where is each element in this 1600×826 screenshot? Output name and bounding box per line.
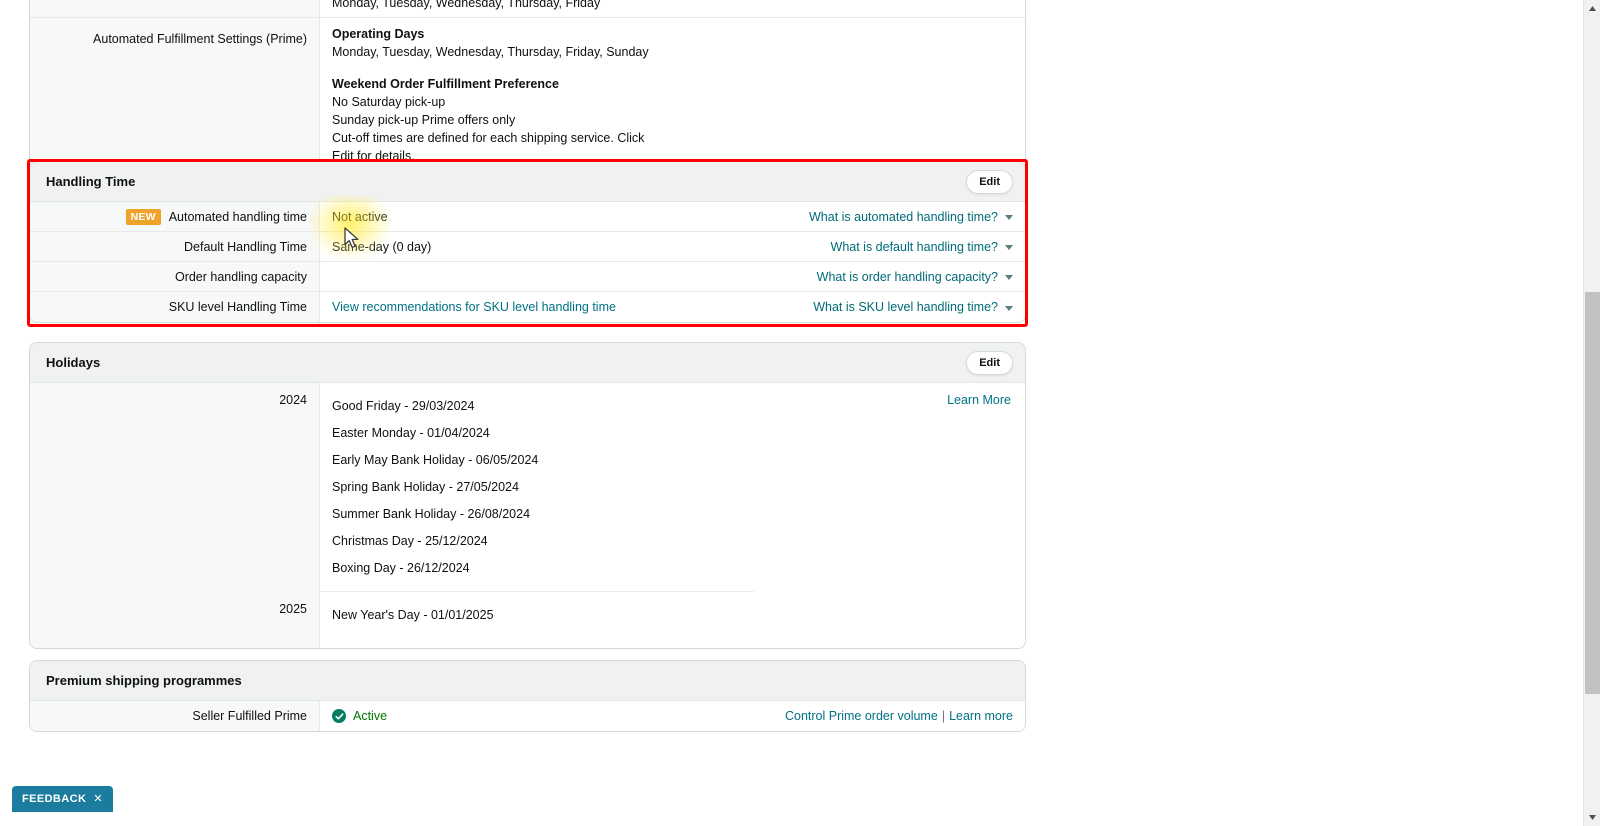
control-prime-order-volume-link[interactable]: Control Prime order volume xyxy=(785,709,938,723)
row-body-automated-handling-time: Not active What is automated handling ti… xyxy=(320,202,1025,231)
row-label-default-handling-time: Default Handling Time xyxy=(30,232,320,261)
status-badge: Active xyxy=(332,709,387,723)
holidays-year-group-2025: 2025 New Year's Day - 01/01/2025 xyxy=(30,592,1025,648)
page-content: Monday, Tuesday, Wednesday, Thursday, Fr… xyxy=(0,0,1556,826)
row-body-seller-fulfilled-prime: Active Control Prime order volume | Lear… xyxy=(320,701,1025,731)
default-handling-time-help[interactable]: What is default handling time? xyxy=(831,240,1013,254)
row-body-automated-fulfillment: Operating Days Monday, Tuesday, Wednesda… xyxy=(320,18,1025,172)
row-label-order-handling-capacity: Order handling capacity xyxy=(30,262,320,291)
list-item: Spring Bank Holiday - 27/05/2024 xyxy=(332,480,519,494)
check-circle-icon xyxy=(332,709,346,723)
list-item: Good Friday - 29/03/2024 xyxy=(332,399,475,413)
premium-links: Control Prime order volume | Learn more xyxy=(785,709,1013,723)
feedback-button[interactable]: FEEDBACK ✕ xyxy=(12,786,113,812)
handling-time-header: Handling Time Edit xyxy=(30,162,1025,202)
holidays-year-label-2024: 2024 xyxy=(30,383,320,592)
weekend-preference-title: Weekend Order Fulfillment Preference xyxy=(332,77,559,91)
default-handling-time-help-link[interactable]: What is default handling time? xyxy=(831,240,998,254)
table-row-sku-level-handling-time: SKU level Handling Time View recommendat… xyxy=(30,292,1025,322)
row-body-partial: Monday, Tuesday, Wednesday, Thursday, Fr… xyxy=(320,0,1025,17)
default-handling-time-value: Same-day (0 day) xyxy=(332,239,432,254)
seller-fulfilled-prime-label: Seller Fulfilled Prime xyxy=(192,709,307,723)
row-label-sku-level-handling-time: SKU level Handling Time xyxy=(30,292,320,322)
handling-time-title: Handling Time xyxy=(46,174,136,189)
holidays-list-2025: New Year's Day - 01/01/2025 xyxy=(320,592,1025,648)
weekend-preference-line-1: No Saturday pick-up xyxy=(332,95,446,109)
holidays-panel: Holidays Edit 2024 Learn More Good Frida… xyxy=(29,342,1026,649)
list-item: Easter Monday - 01/04/2024 xyxy=(332,426,490,440)
feedback-label: FEEDBACK xyxy=(22,792,87,805)
partial-operating-days-value: Monday, Tuesday, Wednesday, Thursday, Fr… xyxy=(332,0,601,10)
holidays-year-group-2024: 2024 Learn More Good Friday - 29/03/2024… xyxy=(30,383,1025,592)
holidays-header: Holidays Edit xyxy=(30,343,1025,383)
list-item: Summer Bank Holiday - 26/08/2024 xyxy=(332,507,531,521)
sku-recommendations-link[interactable]: View recommendations for SKU level handl… xyxy=(332,300,616,314)
automated-fulfillment-details: Operating Days Monday, Tuesday, Wednesda… xyxy=(332,25,704,129)
chevron-down-icon[interactable] xyxy=(1005,305,1013,311)
table-row-automated-fulfillment: Automated Fulfillment Settings (Prime) O… xyxy=(30,18,1025,172)
sku-level-handling-time-help-link[interactable]: What is SKU level handling time? xyxy=(813,300,998,314)
new-badge: NEW xyxy=(125,208,161,225)
holidays-year-label-2025: 2025 xyxy=(30,592,320,648)
scroll-up-arrow-icon[interactable] xyxy=(1584,0,1600,17)
handling-time-edit-button[interactable]: Edit xyxy=(966,169,1013,194)
automated-handling-time-label: Automated handling time xyxy=(168,209,307,224)
premium-shipping-header: Premium shipping programmes xyxy=(30,661,1025,701)
row-label-partial xyxy=(30,0,320,17)
seller-fulfilled-prime-status: Active xyxy=(353,709,388,723)
table-row-partial: Monday, Tuesday, Wednesday, Thursday, Fr… xyxy=(30,0,1025,18)
premium-shipping-panel: Premium shipping programmes Seller Fulfi… xyxy=(29,660,1026,732)
row-label-automated-fulfillment: Automated Fulfillment Settings (Prime) xyxy=(30,18,320,172)
table-row-order-handling-capacity: Order handling capacity What is order ha… xyxy=(30,262,1025,292)
premium-shipping-title: Premium shipping programmes xyxy=(46,673,242,688)
list-item: Boxing Day - 26/12/2024 xyxy=(332,561,470,575)
holidays-list-2024: Learn More Good Friday - 29/03/2024 East… xyxy=(320,383,1025,592)
chevron-down-icon[interactable] xyxy=(1005,245,1013,250)
list-item: Christmas Day - 25/12/2024 xyxy=(332,534,488,548)
order-handling-capacity-help-link[interactable]: What is order handling capacity? xyxy=(817,270,998,284)
link-separator: | xyxy=(941,709,946,723)
list-item: New Year's Day - 01/01/2025 xyxy=(332,608,494,622)
row-body-sku-level-handling-time: View recommendations for SKU level handl… xyxy=(320,292,1025,322)
automated-fulfillment-label: Automated Fulfillment Settings (Prime) xyxy=(93,32,307,46)
default-handling-time-label: Default Handling Time xyxy=(184,239,307,254)
holidays-learn-more-link[interactable]: Learn More xyxy=(947,393,1011,407)
scrollbar-thumb[interactable] xyxy=(1585,292,1600,694)
automated-handling-time-help-link[interactable]: What is automated handling time? xyxy=(809,210,998,224)
close-icon[interactable]: ✕ xyxy=(93,792,103,805)
row-label-seller-fulfilled-prime: Seller Fulfilled Prime xyxy=(30,701,320,731)
table-row-default-handling-time: Default Handling Time Same-day (0 day) W… xyxy=(30,232,1025,262)
weekend-preference-line-2: Sunday pick-up Prime offers only xyxy=(332,113,516,127)
operating-days-value: Monday, Tuesday, Wednesday, Thursday, Fr… xyxy=(332,45,649,59)
holidays-title: Holidays xyxy=(46,355,101,370)
vertical-scrollbar[interactable] xyxy=(1583,0,1600,826)
order-handling-capacity-label: Order handling capacity xyxy=(174,269,307,284)
sku-level-handling-time-label: SKU level Handling Time xyxy=(168,300,307,314)
row-body-order-handling-capacity: What is order handling capacity? xyxy=(320,262,1025,291)
sku-level-handling-time-help[interactable]: What is SKU level handling time? xyxy=(813,300,1013,314)
table-row-automated-handling-time: NEW Automated handling time Not active W… xyxy=(30,202,1025,232)
premium-learn-more-link[interactable]: Learn more xyxy=(949,709,1013,723)
automated-handling-time-help[interactable]: What is automated handling time? xyxy=(809,210,1013,224)
chevron-down-icon[interactable] xyxy=(1005,215,1013,220)
automated-handling-time-value: Not active xyxy=(332,209,388,224)
handling-time-panel: Handling Time Edit NEW Automated handlin… xyxy=(29,161,1026,323)
chevron-down-icon[interactable] xyxy=(1005,275,1013,280)
shipping-settings-panel-top: Monday, Tuesday, Wednesday, Thursday, Fr… xyxy=(29,0,1026,173)
row-body-default-handling-time: Same-day (0 day) What is default handlin… xyxy=(320,232,1025,261)
cut-off-times-note: Cut-off times are defined for each shipp… xyxy=(332,131,645,163)
list-item: Early May Bank Holiday - 06/05/2024 xyxy=(332,453,539,467)
row-label-automated-handling-time: NEW Automated handling time xyxy=(30,202,320,231)
operating-days-title: Operating Days xyxy=(332,27,425,41)
holidays-edit-button[interactable]: Edit xyxy=(966,350,1013,375)
scroll-down-arrow-icon[interactable] xyxy=(1584,809,1600,826)
table-row-seller-fulfilled-prime: Seller Fulfilled Prime Active Control Pr… xyxy=(30,701,1025,731)
order-handling-capacity-help[interactable]: What is order handling capacity? xyxy=(817,270,1013,284)
